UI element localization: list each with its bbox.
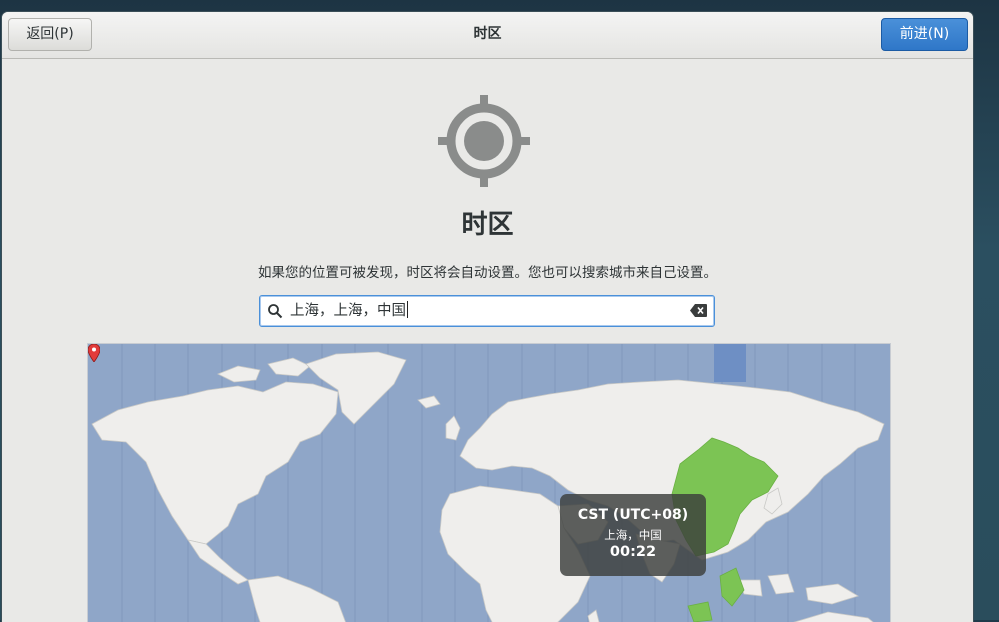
- tooltip-time: 00:22: [609, 544, 657, 560]
- location-crosshair-icon: [438, 95, 530, 187]
- tooltip-zone: CST (UTC+08): [577, 507, 689, 523]
- world-map-graphic: [91, 344, 885, 622]
- map-pin-icon: [88, 344, 100, 362]
- header-bar: 返回(P) 时区 前进(N): [2, 12, 973, 59]
- installer-window: 返回(P) 时区 前进(N) 时区 如果您的位置可被发现，时区将会自动设置。您也…: [2, 12, 973, 622]
- next-button[interactable]: 前进(N): [881, 18, 968, 51]
- page-title: 时区: [461, 210, 514, 240]
- timezone-tooltip: CST (UTC+08) 上海，中国 00:22: [560, 494, 706, 576]
- timezone-map[interactable]: CST (UTC+08) 上海，中国 00:22: [87, 343, 891, 622]
- search-icon: [268, 304, 283, 319]
- backspace-clear-icon[interactable]: [690, 304, 707, 317]
- search-value: 上海，上海，中国: [290, 301, 408, 319]
- tooltip-city: 上海，中国: [604, 528, 662, 542]
- header-title: 时区: [473, 26, 502, 42]
- page-subtitle: 如果您的位置可被发现，时区将会自动设置。您也可以搜索城市来自己设置。: [258, 265, 717, 281]
- location-search-input[interactable]: 上海，上海，中国: [259, 295, 715, 327]
